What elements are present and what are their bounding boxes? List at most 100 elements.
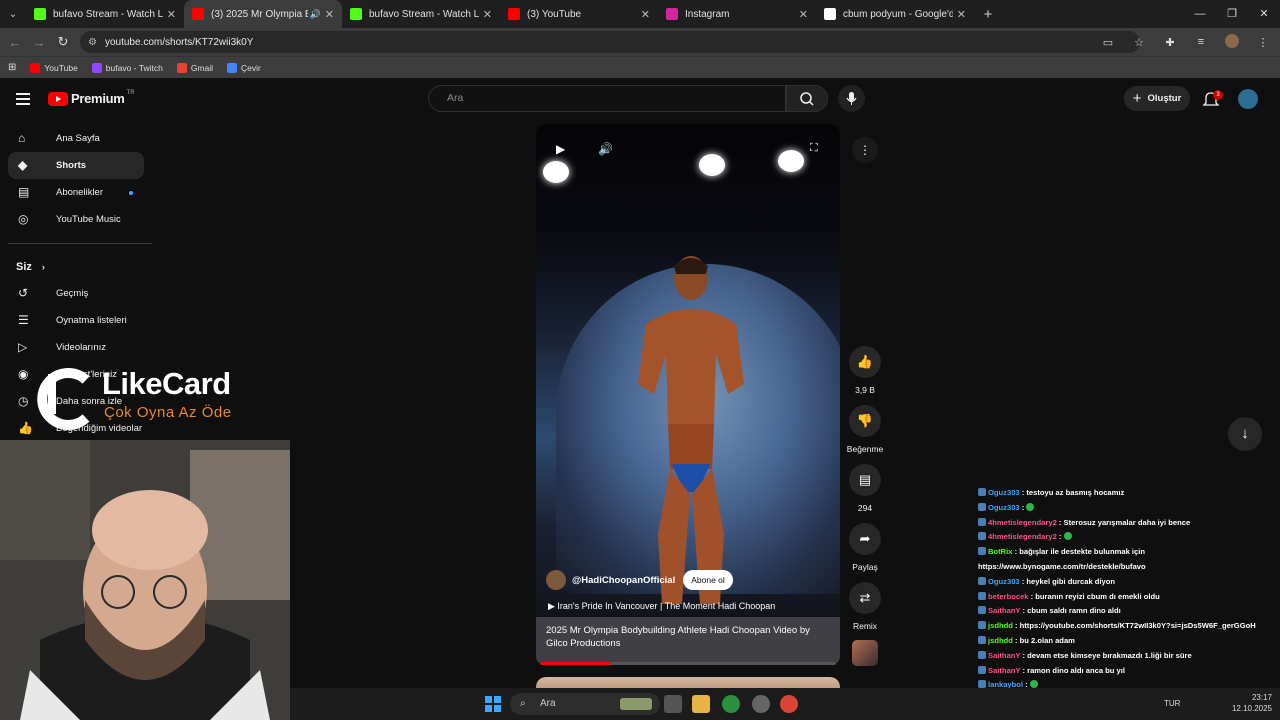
bookmark-item[interactable]: bufavo - Twitch [91,62,163,73]
tab-close-icon[interactable]: ✕ [167,8,176,21]
subscribe-button[interactable]: Abone ol [683,570,733,590]
bookmark-item[interactable]: YouTube [30,62,78,73]
related-video-link[interactable]: ▶ Iran's Pride In Vancouver | The Moment… [548,601,775,612]
steam-icon[interactable] [752,695,770,713]
channel-name[interactable]: @HadiChoopanOfficial [572,575,675,586]
playlist-icon: ☰ [18,313,29,327]
media-control-icon[interactable]: ≡ [1190,36,1212,48]
sidebar-item-your-videos[interactable]: ▷ Videolarınız [8,334,152,361]
close-window-button[interactable]: ✕ [1248,0,1280,28]
bookmark-star-icon[interactable]: ☆ [1128,36,1150,49]
dislike-button[interactable]: 👎 Beğenme [844,405,886,454]
sidebar-item-music[interactable]: ◎ YouTube Music [8,206,152,233]
chat-username[interactable]: Oguz303 [988,488,1020,497]
file-explorer-icon[interactable] [692,695,710,713]
next-video-button[interactable]: ↓ [1228,417,1262,451]
cast-icon[interactable]: ▭ [1097,36,1119,49]
sidebar-item-shorts[interactable]: ◆ Shorts [8,152,144,179]
back-button[interactable]: ← [3,35,27,50]
youtube-premium-logo[interactable]: Premium TR [48,90,135,106]
tab-title: bufavo Stream - Watch Live on [369,8,479,20]
bookmark-item[interactable]: Çevir [227,62,261,73]
browser-tab[interactable]: bufavo Stream - Watch Live on ✕ [342,0,500,28]
chat-username[interactable]: beterbocek [988,592,1029,601]
chat-username[interactable]: BotRix [988,547,1012,556]
tab-audio-icon[interactable]: 🔊 [310,9,321,20]
tab-title: bufavo Stream - Watch Live on [53,8,163,20]
chat-badge-icon [978,591,986,600]
browser-tab[interactable]: Instagram ✕ [658,0,816,28]
browser-menu-icon[interactable]: ⋮ [1252,36,1274,49]
sidebar-item-subscriptions[interactable]: ▤ Abonelikler [8,179,152,206]
forward-button[interactable]: → [27,35,51,50]
apps-grid-icon[interactable]: ⊞ [8,62,16,73]
chat-message: SaithanY : ramon dino aldı anca bu yıl [978,664,1278,679]
sidebar-item-home[interactable]: ⌂ Ana Sayfa [8,125,152,152]
system-clock[interactable]: 23:17 12.10.2025 [1232,692,1272,714]
chrome-icon[interactable] [722,695,740,713]
sidebar-item-label: Videolarınız [56,342,106,353]
menu-hamburger-icon[interactable] [16,93,30,108]
more-options-button[interactable]: ⋮ [852,137,878,163]
account-avatar[interactable] [1238,89,1258,109]
you-section-header[interactable]: Siz › [0,254,152,280]
chrome-active-icon[interactable] [780,695,798,713]
sidebar-item-history[interactable]: ↺ Geçmiş [8,280,152,307]
chat-username[interactable]: SaithanY [988,606,1020,615]
short-title[interactable]: 2025 Mr Olympia Bodybuilding Athlete Had… [536,617,840,663]
windows-start-icon[interactable] [484,695,502,713]
chat-username[interactable]: jsdhdd [988,621,1013,630]
browser-tab[interactable]: (3) 2025 Mr Olympia Bodyb🔊 ✕ [184,0,342,28]
chat-username[interactable]: SaithanY [988,666,1020,675]
search-input[interactable]: Ara [428,85,786,112]
chat-username[interactable]: 4hmetislegendary2 [988,518,1057,527]
chat-username[interactable]: Oguz303 [988,503,1020,512]
site-info-icon[interactable]: ⚙ [88,37,97,48]
video-progress-bar[interactable] [540,662,836,665]
chat-badge-icon [978,621,986,630]
play-icon[interactable]: ▶ [556,142,565,156]
create-button[interactable]: + Oluştur [1124,86,1190,111]
tab-close-icon[interactable]: ✕ [957,8,966,21]
sound-thumbnail[interactable] [852,640,878,666]
new-tab-button[interactable]: + [974,6,1002,23]
bookmark-item[interactable]: Gmail [176,62,214,73]
share-button[interactable]: ➦ Paylaş [844,523,886,572]
bookmark-label: Gmail [190,62,214,73]
taskbar-search[interactable]: ⌕ Ara [510,693,660,715]
clock-date: 12.10.2025 [1231,704,1272,713]
chat-username[interactable]: jsdhdd [988,636,1013,645]
task-view-icon[interactable] [664,695,682,713]
tab-close-icon[interactable]: ✕ [483,8,492,21]
address-bar[interactable]: ⚙ youtube.com/shorts/KT72wii3k0Y [80,31,1140,53]
browser-tab[interactable]: cbum podyum - Google'da Ara ✕ [816,0,974,28]
volume-icon[interactable]: 🔊 [598,142,613,156]
input-language[interactable]: TUR [1164,699,1180,708]
profile-icon[interactable] [1221,33,1243,51]
browser-tab[interactable]: bufavo Stream - Watch Live on ✕ [26,0,184,28]
chat-username[interactable]: 4hmetislegendary2 [988,532,1057,541]
browser-tab[interactable]: (3) YouTube ✕ [500,0,658,28]
chat-username[interactable]: SaithanY [988,651,1020,660]
chat-badge-icon [978,488,986,496]
channel-avatar[interactable] [546,570,566,590]
voice-search-button[interactable] [838,85,865,112]
restore-button[interactable]: ❐ [1216,0,1248,28]
fullscreen-icon[interactable]: ⛶ [810,142,818,155]
remix-button[interactable]: ⇄ Remix [844,582,886,631]
browser-toolbar: ← → ↻ ⚙ youtube.com/shorts/KT72wii3k0Y ▭… [0,28,1280,56]
chat-username[interactable]: Oguz303 [988,577,1020,586]
tab-close-icon[interactable]: ✕ [799,8,808,21]
shorts-video-player[interactable]: ▶ 🔊 ⛶ @HadiChoopanOfficial Abone ol ▶ Ir… [536,124,840,666]
sidebar-item-playlist[interactable]: ☰ Oynatma listeleri [8,307,152,334]
chat-message: SaithanY : cbum saldı ramn dino aldı [978,604,1278,619]
tab-search-button[interactable]: ⌄ [0,0,26,28]
comments-button[interactable]: ▤ 294 [844,464,886,513]
tab-close-icon[interactable]: ✕ [641,8,650,21]
extensions-icon[interactable]: ✚ [1159,36,1181,49]
minimize-button[interactable]: — [1184,0,1216,28]
search-button[interactable] [786,85,828,112]
tab-close-icon[interactable]: ✕ [325,8,334,21]
reload-button[interactable]: ↻ [51,34,75,50]
like-button[interactable]: 👍 3,9 B [844,346,886,395]
